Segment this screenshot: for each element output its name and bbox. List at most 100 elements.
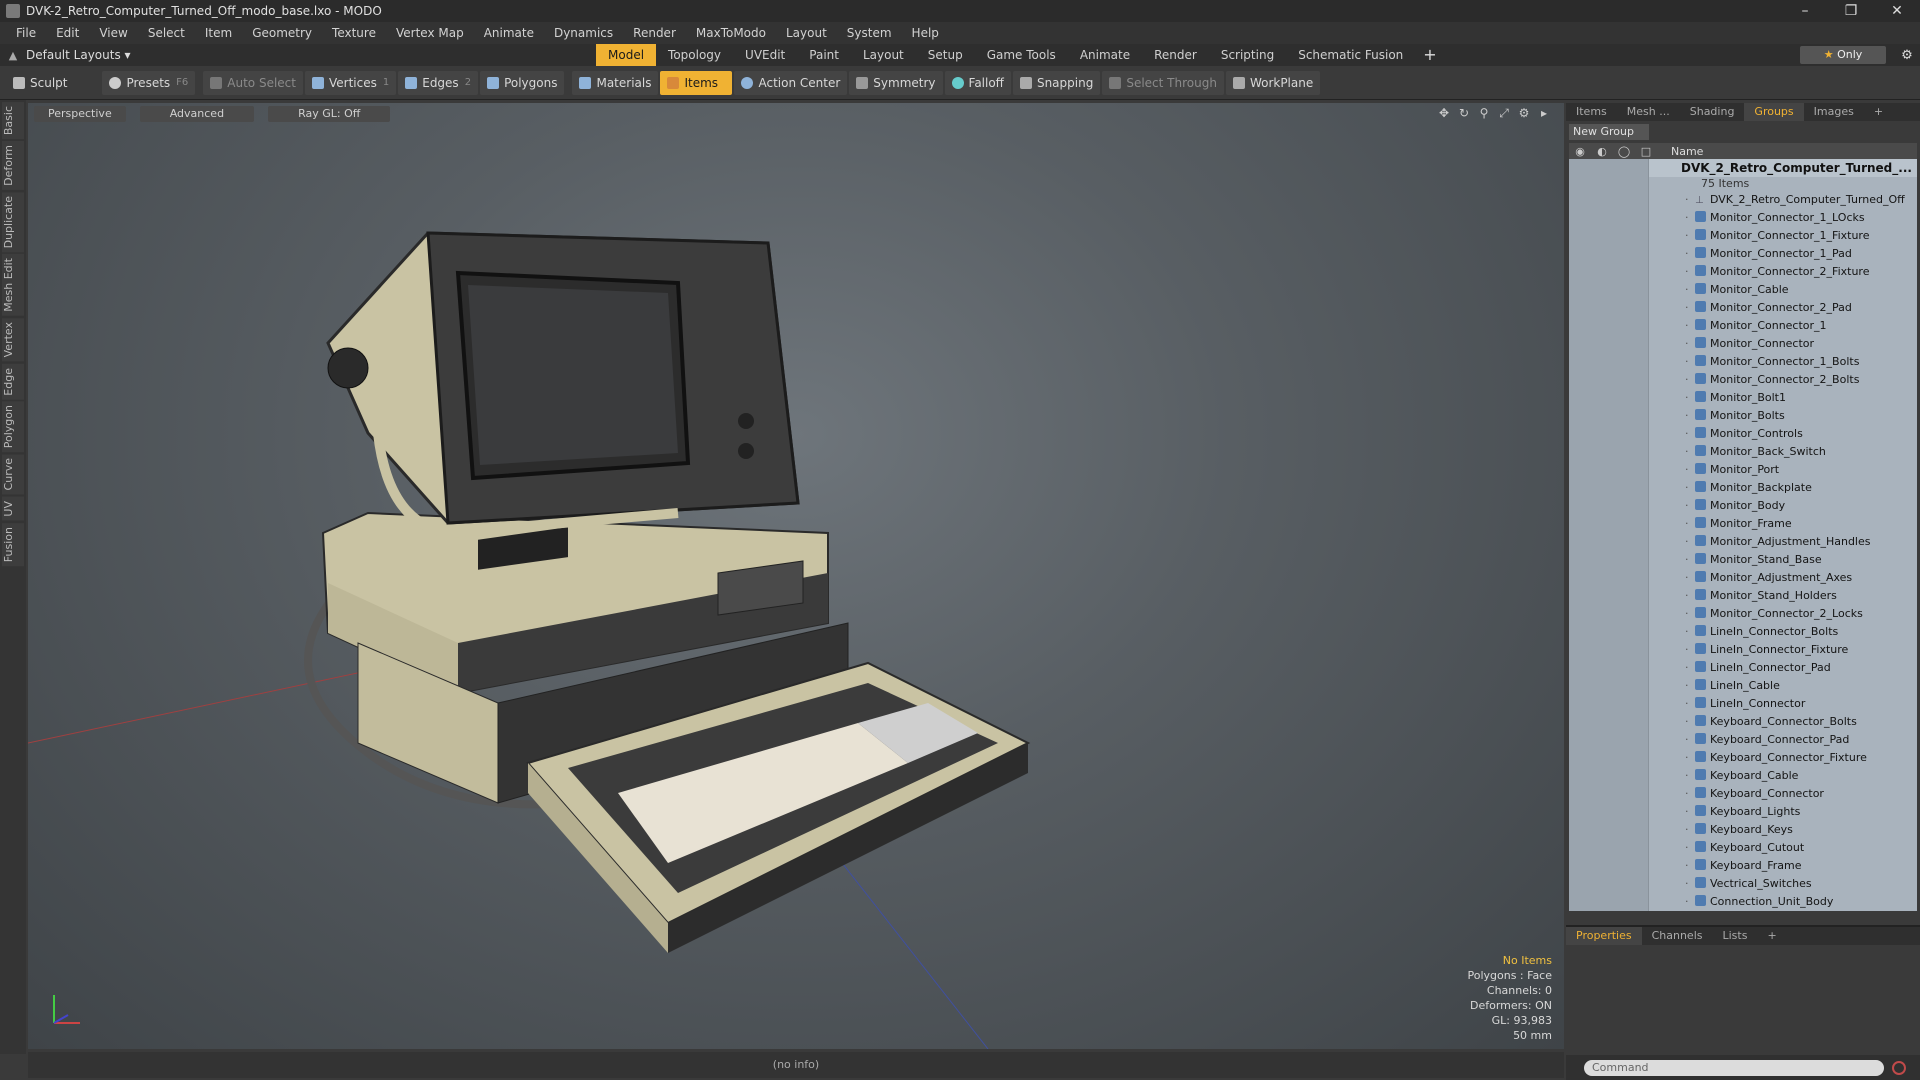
tooltab-duplicate[interactable]: Duplicate [2, 192, 24, 253]
tab-render[interactable]: Render [1142, 44, 1209, 66]
rotate-icon[interactable]: ↻ [1454, 106, 1474, 121]
menu-bar: File Edit View Select Item Geometry Text… [0, 22, 1920, 44]
tab-mesh[interactable]: Mesh ... [1617, 103, 1680, 121]
tree-toggle-columns[interactable] [1569, 159, 1649, 911]
action-center-button[interactable]: Action Center [734, 70, 848, 95]
minimize-icon[interactable]: – [1782, 3, 1828, 19]
viewport-nav-icons: ✥ ↻ ⚲ ⤢ ⚙ ▸ [1434, 106, 1554, 121]
tab-scripting[interactable]: Scripting [1209, 44, 1286, 66]
menu-dynamics[interactable]: Dynamics [544, 26, 623, 40]
stop-icon[interactable] [1892, 1060, 1906, 1075]
gear-icon[interactable]: ⚙ [1894, 48, 1920, 63]
monitor-shape [326, 231, 800, 539]
tab-uvedit[interactable]: UVEdit [733, 44, 797, 66]
workplane-button[interactable]: WorkPlane [1225, 70, 1321, 95]
tab-layout[interactable]: Layout [851, 44, 916, 66]
tab-setup[interactable]: Setup [916, 44, 975, 66]
menu-vertex-map[interactable]: Vertex Map [386, 26, 474, 40]
tab-game-tools[interactable]: Game Tools [975, 44, 1068, 66]
menu-system[interactable]: System [837, 26, 902, 40]
menu-layout[interactable]: Layout [776, 26, 837, 40]
render-col-icon[interactable]: ◐ [1591, 145, 1613, 158]
tab-groups[interactable]: Groups [1744, 103, 1804, 121]
add-props-tab-icon[interactable]: + [1757, 927, 1786, 945]
group-tree[interactable]: DVK_2_Retro_Computer_Turned_... 75 Items… [1569, 159, 1917, 911]
view-type-dropdown[interactable]: Perspective [34, 106, 126, 122]
add-panel-tab-icon[interactable]: + [1864, 103, 1893, 121]
tooltab-curve[interactable]: Curve [2, 454, 24, 495]
3d-viewport[interactable]: Perspective Advanced Ray GL: Off ✥ ↻ ⚲ ⤢… [28, 103, 1564, 1049]
menu-render[interactable]: Render [623, 26, 686, 40]
viewport-gear-icon[interactable]: ⚙ [1514, 106, 1534, 121]
tooltab-uv[interactable]: UV [2, 496, 24, 521]
collapse-icon[interactable]: ▲ [0, 49, 26, 62]
menu-help[interactable]: Help [902, 26, 949, 40]
tree-item-label: Keyboard_Connector_Fixture [1710, 751, 1867, 764]
tooltab-edge[interactable]: Edge [2, 363, 24, 400]
layout-tabs: Model Topology UVEdit Paint Layout Setup… [596, 44, 1445, 66]
tooltab-vertex[interactable]: Vertex [2, 318, 24, 362]
tab-channels[interactable]: Channels [1642, 927, 1713, 945]
tab-paint[interactable]: Paint [797, 44, 851, 66]
menu-edit[interactable]: Edit [46, 26, 89, 40]
pan-icon[interactable]: ✥ [1434, 106, 1454, 121]
layout-dropdown[interactable]: Default Layouts ▾ [26, 48, 596, 62]
tab-items[interactable]: Items [1566, 103, 1617, 121]
menu-geometry[interactable]: Geometry [242, 26, 322, 40]
menu-view[interactable]: View [89, 26, 137, 40]
menu-texture[interactable]: Texture [322, 26, 386, 40]
tab-shading[interactable]: Shading [1680, 103, 1745, 121]
tab-model[interactable]: Model [596, 44, 657, 66]
tab-animate[interactable]: Animate [1068, 44, 1142, 66]
tree-item-label: Monitor_Frame [1710, 517, 1792, 530]
name-column-header[interactable]: Name [1657, 145, 1703, 158]
menu-select[interactable]: Select [138, 26, 195, 40]
new-group-button[interactable]: New Group [1569, 124, 1649, 140]
polygons-button[interactable]: Polygons [480, 70, 565, 95]
shading-dropdown[interactable]: Advanced [139, 106, 255, 122]
only-toggle[interactable]: ★ Only [1800, 46, 1886, 64]
fit-icon[interactable]: ⤢ [1494, 106, 1514, 121]
items-button[interactable]: Items [660, 70, 733, 95]
lock-col-icon[interactable]: ◯ [1613, 145, 1635, 158]
restore-icon[interactable]: ❐ [1828, 3, 1874, 19]
menu-file[interactable]: File [6, 26, 46, 40]
snapping-button[interactable]: Snapping [1012, 70, 1101, 95]
tooltab-deform[interactable]: Deform [2, 141, 24, 191]
workplane-icon [1232, 76, 1245, 89]
panel-tabs: Items Mesh ... Shading Groups Images + [1566, 103, 1920, 121]
vertices-button[interactable]: Vertices 1 [304, 70, 397, 95]
tab-topology[interactable]: Topology [656, 44, 733, 66]
add-tab-icon[interactable]: + [1415, 44, 1444, 66]
edges-button[interactable]: Edges 2 [398, 70, 479, 95]
visibility-col-icon[interactable]: ◉ [1569, 145, 1591, 158]
symmetry-button[interactable]: Symmetry [849, 70, 943, 95]
materials-button[interactable]: Materials [572, 70, 659, 95]
close-icon[interactable]: ✕ [1874, 3, 1920, 19]
viewport-menu-icon[interactable]: ▸ [1534, 106, 1554, 121]
menu-animate[interactable]: Animate [474, 26, 544, 40]
tooltab-basic[interactable]: Basic [2, 102, 24, 140]
falloff-button[interactable]: Falloff [944, 70, 1011, 95]
select-through-button[interactable]: Select Through [1102, 70, 1224, 95]
tooltab-mesh-edit[interactable]: Mesh Edit [2, 254, 24, 317]
menu-maxtomodo[interactable]: MaxToModo [686, 26, 776, 40]
presets-button[interactable]: Presets F6 [102, 70, 196, 95]
falloff-icon [951, 76, 964, 89]
tab-images[interactable]: Images [1804, 103, 1864, 121]
zoom-icon[interactable]: ⚲ [1474, 106, 1494, 121]
sculpt-button[interactable]: Sculpt [6, 71, 74, 95]
select-through-icon [1109, 76, 1122, 89]
mesh-icon [1695, 679, 1706, 690]
tab-schematic-fusion[interactable]: Schematic Fusion [1286, 44, 1415, 66]
tooltab-polygon[interactable]: Polygon [2, 401, 24, 453]
tab-properties[interactable]: Properties [1566, 927, 1642, 945]
select-col-icon[interactable]: □ [1635, 145, 1657, 158]
info-deformers: Deformers: ON [1470, 999, 1552, 1012]
tab-lists[interactable]: Lists [1713, 927, 1758, 945]
menu-item[interactable]: Item [195, 26, 242, 40]
tooltab-fusion[interactable]: Fusion [2, 522, 24, 566]
auto-select-button[interactable]: Auto Select [203, 70, 303, 95]
raygl-toggle[interactable]: Ray GL: Off [268, 106, 391, 122]
command-input[interactable]: Command [1584, 1059, 1884, 1076]
